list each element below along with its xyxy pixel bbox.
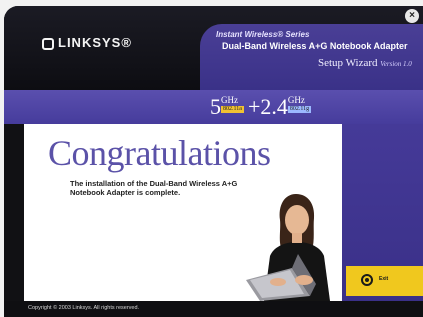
setup-wizard-window: LINKSYS® Instant Wireless® Series Dual-B…	[4, 6, 423, 317]
band-primary: 5	[210, 94, 221, 119]
band-primary-tag: 802.11a	[221, 106, 244, 113]
woman-with-laptop-image	[246, 194, 330, 301]
close-icon: ×	[409, 10, 415, 21]
close-button[interactable]: ×	[405, 9, 419, 23]
band-secondary: +2.4	[247, 94, 288, 119]
exit-button-label: Exit	[379, 276, 389, 282]
product-name: Dual-Band Wireless A+G Notebook Adapter	[222, 41, 408, 51]
band-secondary-unit: GHz	[287, 95, 305, 105]
page-title: Congratulations	[48, 133, 271, 173]
logo-text: LINKSYS®	[58, 35, 132, 50]
band-primary-unit: GHz	[221, 95, 238, 105]
band-bar: 5GHz 802.11a +2.4GHz 802.11g	[4, 90, 423, 124]
exit-button-icon	[361, 274, 373, 286]
linksys-logo-icon	[42, 38, 54, 50]
product-panel: Instant Wireless® Series Dual-Band Wirel…	[200, 24, 423, 90]
footer: Copyright © 2003 Linksys. All rights res…	[4, 301, 423, 317]
header: LINKSYS® Instant Wireless® Series Dual-B…	[4, 6, 423, 90]
wizard-title-text: Setup Wizard	[318, 57, 378, 69]
band-secondary-tag: 802.11g	[287, 106, 312, 113]
exit-button[interactable]: Exit	[342, 266, 423, 296]
product-series: Instant Wireless® Series	[216, 30, 310, 39]
wizard-version: Version 1.0	[380, 60, 412, 68]
wizard-title: Setup Wizard Version 1.0	[318, 57, 412, 69]
band-badge: 5GHz 802.11a +2.4GHz 802.11g	[210, 94, 312, 120]
completion-message: The installation of the Dual-Band Wirele…	[70, 179, 238, 197]
band-primary-unit-group: GHz 802.11a	[221, 96, 244, 113]
copyright-text: Copyright © 2003 Linksys. All rights res…	[28, 305, 140, 311]
linksys-logo: LINKSYS®	[42, 35, 132, 50]
band-secondary-unit-group: GHz 802.11g	[287, 95, 312, 113]
content-panel: Congratulations The installation of the …	[24, 124, 342, 301]
